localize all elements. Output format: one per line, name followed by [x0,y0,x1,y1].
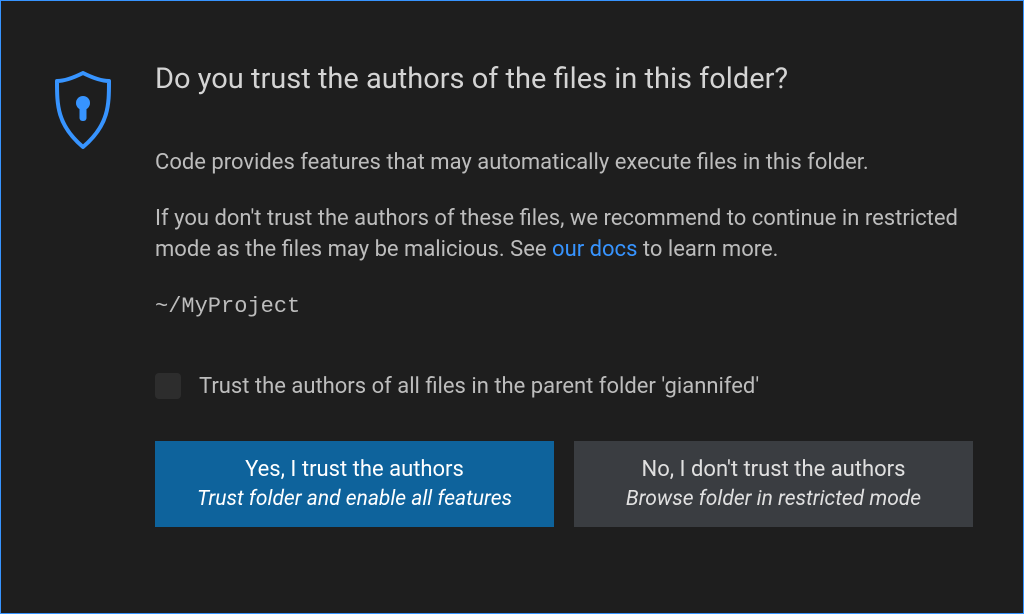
dont-trust-button-sub: Browse folder in restricted mode [594,485,953,513]
trust-parent-checkbox[interactable] [155,373,181,399]
dialog-icon-column [51,61,115,573]
docs-link[interactable]: our docs [552,237,637,262]
trust-parent-checkbox-row[interactable]: Trust the authors of all files in the pa… [155,373,973,399]
trust-button[interactable]: Yes, I trust the authors Trust folder an… [155,441,554,527]
folder-path: ~/MyProject [155,294,973,319]
dont-trust-button-main: No, I don't trust the authors [594,455,953,485]
dialog-paragraph-1: Code provides features that may automati… [155,147,973,179]
dialog-button-row: Yes, I trust the authors Trust folder an… [155,441,973,527]
workspace-trust-dialog: Do you trust the authors of the files in… [0,0,1024,614]
dont-trust-button[interactable]: No, I don't trust the authors Browse fol… [574,441,973,527]
trust-button-sub: Trust folder and enable all features [175,485,534,513]
trust-parent-checkbox-label[interactable]: Trust the authors of all files in the pa… [199,374,759,399]
trust-button-main: Yes, I trust the authors [175,455,534,485]
shield-lock-icon [51,136,115,155]
dialog-paragraph-2: If you don't trust the authors of these … [155,203,973,267]
dialog-paragraph-2-post: to learn more. [637,237,778,262]
dialog-title: Do you trust the authors of the files in… [155,61,973,99]
dialog-content: Do you trust the authors of the files in… [155,61,973,573]
